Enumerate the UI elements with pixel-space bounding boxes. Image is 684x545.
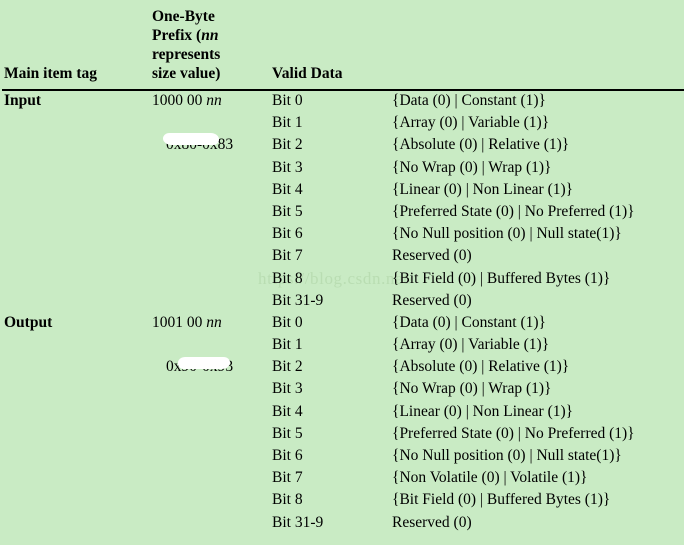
cell-valid-data-value: Reserved (0) xyxy=(392,291,472,309)
table-row: Bit 7 {Non Volatile (0) | Volatile (1)} xyxy=(0,467,684,489)
cell-valid-data-value: {Data (0) | Constant (1)} xyxy=(392,313,547,331)
table-row: Bit 31-9 Reserved (0) xyxy=(0,512,684,534)
cell-valid-data-value: {Preferred State (0) | No Preferred (1)} xyxy=(392,424,635,442)
cell-valid-data-value: {No Wrap (0) | Wrap (1)} xyxy=(392,380,552,398)
table-row: Bit 3 {No Wrap (0) | Wrap (1)} xyxy=(0,157,684,179)
cell-bit-label: Bit 6 xyxy=(272,447,303,464)
cell-bit-label: Bit 4 xyxy=(272,402,303,420)
table-row: Bit 6 {No Null position (0) | Null state(… xyxy=(0,223,684,245)
cell-bit-label: Bit 31-9 xyxy=(272,513,324,531)
prefix-header-line2: Prefix ( xyxy=(152,27,202,44)
cell-bit-label: Bit 6 xyxy=(272,225,303,243)
table-body: Input 1000 00 nn Bit 0 {Data (0) | Constant… xyxy=(0,90,684,534)
prefix-header-line3: represents xyxy=(152,46,221,63)
table-row: Bit 7 Reserved (0) xyxy=(0,245,684,267)
table-row: Bit 5 {Preferred State (0) | No Preferred… xyxy=(0,423,684,445)
cell-valid-data-value: {No Wrap (0) | Wrap (1)} xyxy=(392,158,552,176)
table-row: 0x90-0x93Bit 2{Absolute (0) | Relative (… xyxy=(0,356,684,378)
cell-bit-label: Bit 5 xyxy=(272,202,303,220)
cell-main-item-tag: Input xyxy=(4,92,42,109)
cell-valid-data-value: {Preferred State (0) | No Preferred (1)} xyxy=(392,202,635,220)
table-header-row: Main item tag One-Byte Prefix (nn represen… xyxy=(0,0,684,90)
cell-valid-data-value: {Absolute (0) | Relative (1)} xyxy=(392,136,570,154)
redaction-smudge-output xyxy=(178,357,230,369)
cell-bit-label: Bit 31-9 xyxy=(272,291,324,309)
prefix-binary: 1000 00 xyxy=(152,92,207,109)
cell-bit-label: Bit 8 xyxy=(272,269,303,287)
table-row: Bit 5 {Preferred State (0) | No Preferred… xyxy=(0,201,684,223)
cell-one-byte-prefix: 1000 00 nn xyxy=(152,90,222,112)
table-row: Output 1001 00 nn Bit 0 {Data (0) | Constan… xyxy=(0,312,684,334)
table-row: Bit 31-9 Reserved (0) xyxy=(0,290,684,312)
prefix-header-line4: size value) xyxy=(152,65,221,82)
cell-valid-data-value: {Bit Field (0) | Buffered Bytes (1)} xyxy=(392,269,611,287)
cell-valid-data-value: {No Null position (0) | Null state(1)} xyxy=(392,447,622,464)
cell-bit-label: Bit 8 xyxy=(272,491,303,509)
cell-bit-label: Bit 7 xyxy=(272,247,303,265)
cell-bit-label: Bit 1 xyxy=(272,114,303,132)
item-tag-group: Output 1001 00 nn Bit 0 {Data (0) | Constan… xyxy=(0,312,684,534)
cell-bit-label: Bit 1 xyxy=(272,336,303,354)
cell-bit-label: Bit 3 xyxy=(272,380,303,398)
cell-valid-data-value: {Linear (0) | Non Linear (1)} xyxy=(392,402,574,420)
cell-bit-label: Bit 7 xyxy=(272,469,303,487)
cell-bit-label: Bit 5 xyxy=(272,424,303,442)
table-row: Bit 3 {No Wrap (0) | Wrap (1)} xyxy=(0,378,684,400)
table-row: 0x80-0x83Bit 2{Absolute (0) | Relative (… xyxy=(0,134,684,156)
cell-one-byte-prefix: 1001 00 nn xyxy=(152,312,222,334)
table-row: Bit 8 {Bit Field (0) | Buffered Bytes (1)… xyxy=(0,268,684,290)
item-tag-group: Input 1000 00 nn Bit 0 {Data (0) | Constant… xyxy=(0,90,684,312)
cell-bit-label: Bit 4 xyxy=(272,180,303,198)
cell-valid-data-value: Reserved (0) xyxy=(392,247,472,265)
table-row: Bit 4 {Linear (0) | Non Linear (1)} xyxy=(0,179,684,201)
table-row: Bit 1 {Array (0) | Variable (1)} xyxy=(0,334,684,356)
cell-valid-data-value: {No Null position (0) | Null state(1)} xyxy=(392,225,622,243)
prefix-header-nn-italic: nn xyxy=(201,27,219,44)
cell-valid-data-value: {Absolute (0) | Relative (1)} xyxy=(392,358,570,376)
cell-bit-label: Bit 3 xyxy=(272,158,303,176)
redaction-smudge-input xyxy=(163,133,219,145)
cell-valid-data-value: {Linear (0) | Non Linear (1)} xyxy=(392,180,574,198)
prefix-nn-italic: nn xyxy=(206,313,222,331)
column-header-one-byte-prefix: One-Byte Prefix (nn represents size value) xyxy=(152,7,264,83)
cell-bit-label: Bit 0 xyxy=(272,92,303,109)
table-row: Bit 6 {No Null position (0) | Null state(… xyxy=(0,445,684,467)
table-row: Bit 4 {Linear (0) | Non Linear (1)} xyxy=(0,401,684,423)
prefix-header-line1: One-Byte xyxy=(152,8,215,25)
column-header-main-item-tag: Main item tag xyxy=(4,65,97,82)
table-row: Bit 8 {Bit Field (0) | Buffered Bytes (1)… xyxy=(0,489,684,511)
cell-valid-data-value: {Data (0) | Constant (1)} xyxy=(392,92,547,109)
prefix-binary: 1001 00 xyxy=(152,313,207,331)
cell-valid-data-value: {Array (0) | Variable (1)} xyxy=(392,336,550,354)
cell-bit-label: Bit 2 xyxy=(272,358,303,376)
prefix-nn-italic: nn xyxy=(206,92,222,109)
cell-bit-label: Bit 2 xyxy=(272,136,303,154)
cell-main-item-tag: Output xyxy=(4,313,53,331)
table-row: Input 1000 00 nn Bit 0 {Data (0) | Constant… xyxy=(0,90,684,112)
table-row: Bit 1 {Array (0) | Variable (1)} xyxy=(0,112,684,134)
cell-bit-label: Bit 0 xyxy=(272,313,303,331)
cell-valid-data-value: {Non Volatile (0) | Volatile (1)} xyxy=(392,469,588,487)
cell-valid-data-value: Reserved (0) xyxy=(392,513,472,531)
main-item-tag-table: https://blog.csdn.net/ Main item tag One… xyxy=(0,0,684,545)
header-divider-rule xyxy=(2,89,684,91)
cell-valid-data-value: {Array (0) | Variable (1)} xyxy=(392,114,550,132)
column-header-valid-data: Valid Data xyxy=(272,65,343,82)
cell-valid-data-value: {Bit Field (0) | Buffered Bytes (1)} xyxy=(392,491,611,509)
